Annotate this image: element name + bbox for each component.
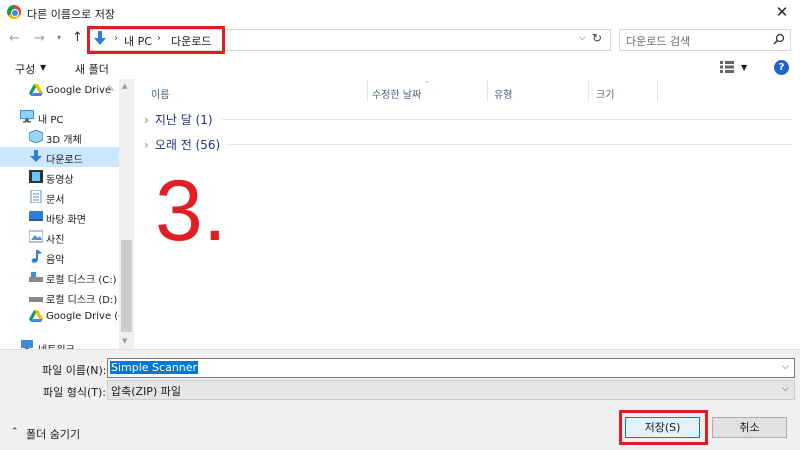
nav-item-local-disk-d[interactable]: 로컬 디스크 (D:) xyxy=(0,287,120,307)
chrome-icon xyxy=(7,5,21,19)
group-divider xyxy=(226,144,792,145)
search-icon[interactable] xyxy=(773,33,785,45)
new-folder-button[interactable]: 새 폴더 xyxy=(75,61,109,77)
nav-item-label: 로컬 디스크 (D:) xyxy=(46,295,118,306)
filetype-label: 파일 형식(T): xyxy=(43,386,106,399)
nav-item-label: 내 PC xyxy=(38,115,64,126)
nav-item-3d-objects[interactable]: 3D 개체 xyxy=(0,127,120,147)
filename-input[interactable] xyxy=(107,358,795,378)
nav-item-label: 문서 xyxy=(46,195,65,206)
filename-value[interactable]: Simple Scanner xyxy=(110,361,199,374)
column-divider[interactable] xyxy=(367,80,368,102)
group-label: 지난 달 (1) xyxy=(154,113,213,127)
video-icon xyxy=(29,170,43,183)
document-icon xyxy=(30,190,42,203)
back-arrow-icon[interactable]: ← xyxy=(9,31,25,46)
address-highlight-box xyxy=(87,26,225,54)
nav-item-google-drive-g[interactable]: Google Drive (G:) xyxy=(0,307,120,327)
up-arrow-icon[interactable]: ↑ xyxy=(72,30,83,45)
column-header-type[interactable]: 유형 xyxy=(494,86,512,101)
command-toolbar xyxy=(0,57,800,79)
nav-item-label: Google Drive (G:) xyxy=(46,311,120,322)
chevron-down-icon[interactable]: ⌵ xyxy=(782,384,789,394)
column-divider[interactable] xyxy=(657,80,658,102)
chevron-right-icon[interactable]: › xyxy=(144,138,149,152)
group-label: 오래 전 (56) xyxy=(154,138,221,152)
view-options-icon[interactable] xyxy=(720,61,734,73)
nav-item-this-pc[interactable]: 내 PC xyxy=(0,107,120,127)
nav-item-label: Google Drive xyxy=(46,85,112,96)
cancel-button[interactable]: 취소 xyxy=(712,417,787,438)
recent-locations-chevron-icon[interactable]: ▾ xyxy=(57,33,61,42)
nav-item-label: 네트워크 xyxy=(38,341,75,349)
music-icon xyxy=(31,250,42,263)
scroll-down-arrow-icon[interactable]: ▼ xyxy=(122,337,127,345)
nav-item-label: 3D 개체 xyxy=(46,135,82,146)
nav-item-music[interactable]: 음악 xyxy=(0,247,120,267)
drive-icon xyxy=(29,272,43,282)
computer-icon xyxy=(20,110,34,123)
group-header-last-month[interactable]: › 지난 달 (1) xyxy=(144,111,213,128)
nav-item-pictures[interactable]: 사진 xyxy=(0,227,120,247)
nav-item-label: 음악 xyxy=(46,255,65,266)
nav-item-videos[interactable]: 동영상 xyxy=(0,167,120,187)
group-header-long-ago[interactable]: › 오래 전 (56) xyxy=(144,136,220,153)
search-placeholder: 다운로드 검색 xyxy=(626,35,691,48)
caret-down-icon[interactable]: ▼ xyxy=(40,63,46,72)
scroll-up-arrow-icon[interactable]: ▲ xyxy=(122,82,127,90)
nav-item-local-disk-c[interactable]: 로컬 디스크 (C:) xyxy=(0,267,120,287)
chevron-right-icon[interactable]: › xyxy=(144,113,149,127)
refresh-icon[interactable]: ↻ xyxy=(592,31,602,45)
network-icon xyxy=(21,340,33,349)
nav-item-network[interactable]: 네트워크 xyxy=(0,337,120,349)
window-title: 다른 이름으로 저장 xyxy=(27,8,115,21)
address-dropdown-chevron-icon[interactable]: ⌵ xyxy=(579,33,586,43)
hide-folders-button[interactable]: 폴더 숨기기 xyxy=(26,426,80,442)
chevron-up-icon[interactable]: ⌃ xyxy=(11,427,19,437)
nav-item-desktop[interactable]: 바탕 화면 xyxy=(0,207,120,227)
nav-item-documents[interactable]: 문서 xyxy=(0,187,120,207)
filename-label: 파일 이름(N): xyxy=(42,364,107,377)
panel-divider xyxy=(0,349,800,350)
filetype-select[interactable] xyxy=(107,380,795,400)
group-divider xyxy=(222,119,792,120)
nav-item-label: 로컬 디스크 (C:) xyxy=(46,275,117,286)
3d-objects-icon xyxy=(29,130,43,143)
download-icon xyxy=(30,150,42,162)
filetype-value[interactable]: 압축(ZIP) 파일 xyxy=(111,383,181,399)
organize-button[interactable]: 구성 xyxy=(15,61,35,77)
google-drive-icon xyxy=(29,310,43,322)
nav-item-google-drive[interactable]: Google Drive ✎ xyxy=(0,81,120,101)
save-highlight-box xyxy=(619,410,708,445)
nav-item-label: 바탕 화면 xyxy=(46,215,86,226)
column-header-date-modified[interactable]: 수정한 날짜 xyxy=(372,86,421,101)
title-bar xyxy=(0,0,800,26)
help-button[interactable]: ? xyxy=(774,60,789,75)
column-header-name[interactable]: 이름 xyxy=(151,86,169,101)
sort-chevron-icon: ⌃ xyxy=(424,80,430,88)
nav-item-downloads[interactable]: 다운로드 xyxy=(0,147,120,167)
nav-item-label: 동영상 xyxy=(46,175,74,186)
pin-icon: ✎ xyxy=(107,85,115,95)
nav-item-label: 다운로드 xyxy=(46,155,83,166)
forward-arrow-icon[interactable]: → xyxy=(34,31,50,46)
nav-scrollbar-thumb[interactable] xyxy=(121,240,132,332)
step-annotation: 3. xyxy=(155,163,227,259)
caret-down-icon[interactable]: ▼ xyxy=(741,63,747,72)
pictures-icon xyxy=(29,230,43,243)
drive-icon xyxy=(29,297,43,302)
column-header-size[interactable]: 크기 xyxy=(596,86,614,101)
desktop-icon xyxy=(29,211,43,221)
chevron-down-icon[interactable]: ⌵ xyxy=(782,362,789,372)
nav-item-label: 사진 xyxy=(46,235,65,246)
column-divider[interactable] xyxy=(487,80,488,102)
google-drive-icon xyxy=(29,84,43,96)
column-divider[interactable] xyxy=(588,80,589,102)
navigation-pane: Google Drive ✎ 내 PC 3D 개체 다운로드 동영상 문서 바탕… xyxy=(0,79,134,349)
close-button[interactable]: ✕ xyxy=(764,1,800,25)
